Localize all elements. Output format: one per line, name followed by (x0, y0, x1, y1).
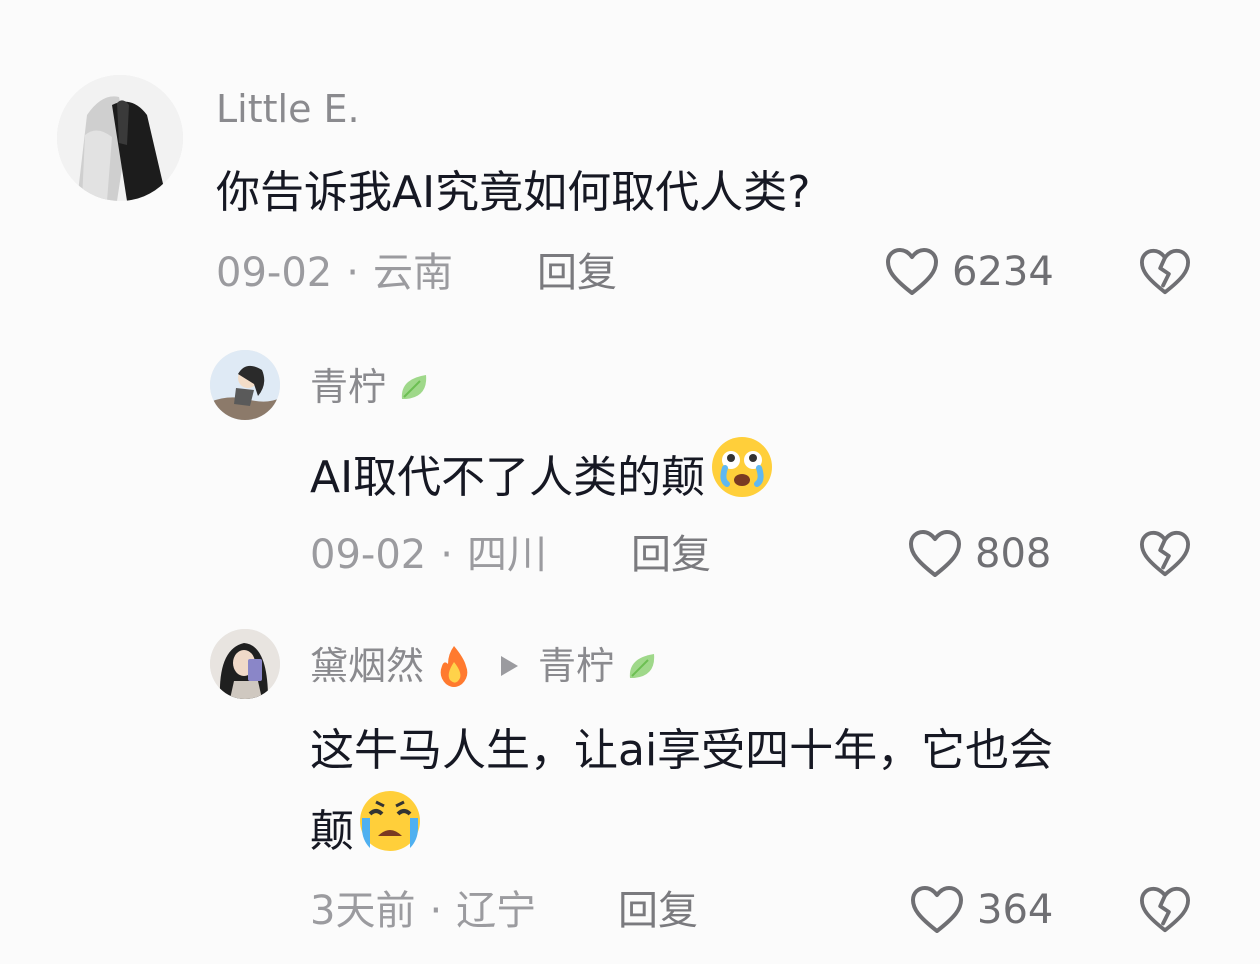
meta-separator: · (346, 250, 359, 296)
like-button[interactable]: 364 (909, 884, 1053, 936)
comment-location: 四川 (466, 532, 547, 578)
comment-meta: 3天前 · 辽宁 (310, 888, 536, 934)
fire-icon (434, 644, 474, 688)
comment-location: 云南 (372, 250, 453, 296)
username[interactable]: Little E. (216, 86, 360, 132)
meta-separator: · (440, 532, 453, 578)
broken-heart-icon (1140, 886, 1190, 933)
comment-date: 09-02 (310, 532, 427, 578)
comment-location: 辽宁 (456, 888, 537, 934)
username-row: 黛烟然 青柠 (310, 643, 660, 689)
reply-to-username[interactable]: 青柠 (538, 643, 614, 689)
comment-text-row: 颠 (310, 788, 424, 876)
heart-outline-icon (884, 246, 940, 298)
crying-face-emoji (709, 434, 775, 522)
like-count: 808 (975, 531, 1052, 577)
comment-text-row: AI取代不了人类的颠 (310, 434, 775, 522)
like-count: 364 (977, 887, 1054, 933)
comment-meta: 09-02 · 四川 (310, 532, 547, 578)
avatar[interactable] (57, 75, 183, 201)
heart-outline-icon (909, 884, 965, 936)
dislike-button[interactable] (1138, 247, 1192, 297)
broken-heart-icon (1140, 248, 1190, 295)
comment-date: 3天前 (310, 888, 416, 934)
loudly-crying-face-emoji (356, 788, 424, 876)
dislike-button[interactable] (1138, 885, 1192, 935)
avatar[interactable] (210, 629, 280, 699)
comment-date: 09-02 (216, 250, 333, 296)
comment-meta: 09-02 · 云南 (216, 250, 453, 296)
comment-text: 你告诉我AI究竟如何取代人类? (216, 167, 811, 218)
username[interactable]: 黛烟然 (310, 643, 424, 689)
username[interactable]: 青柠 (310, 364, 386, 410)
username-row: 青柠 (310, 364, 432, 410)
avatar[interactable] (210, 350, 280, 420)
comment-text: 颠 (310, 806, 354, 857)
comment-text: AI取代不了人类的颠 (310, 452, 706, 503)
dislike-button[interactable] (1138, 529, 1192, 579)
reply-button[interactable]: 回复 (618, 888, 698, 934)
heart-outline-icon (907, 528, 963, 580)
leaf-icon (396, 369, 432, 405)
leaf-icon (624, 648, 660, 684)
meta-separator: · (429, 888, 443, 934)
reply-button[interactable]: 回复 (537, 250, 617, 296)
like-button[interactable]: 6234 (884, 246, 1054, 298)
reply-button[interactable]: 回复 (631, 532, 711, 578)
like-count: 6234 (952, 249, 1054, 295)
like-button[interactable]: 808 (907, 528, 1051, 580)
broken-heart-icon (1140, 530, 1190, 577)
play-triangle-icon (498, 654, 520, 678)
comment-text: 这牛马人生，让ai享受四十年，它也会 (310, 725, 1054, 776)
